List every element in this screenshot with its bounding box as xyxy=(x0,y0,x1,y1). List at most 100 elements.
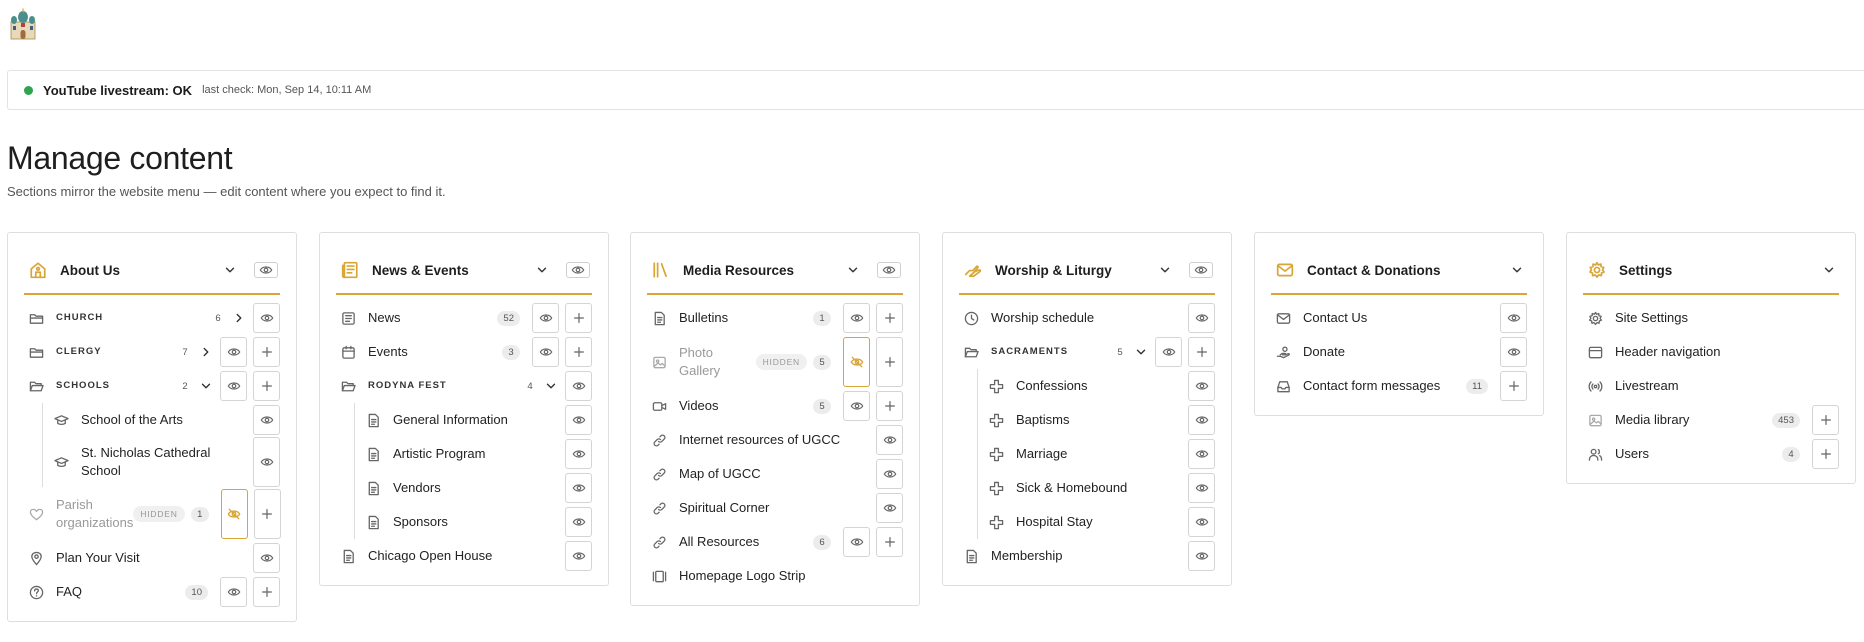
add-button[interactable] xyxy=(253,489,281,539)
show-hidden-button[interactable] xyxy=(843,337,870,387)
visibility-button[interactable] xyxy=(843,303,870,333)
list-item-media-library[interactable]: Media library 453 xyxy=(1583,403,1839,437)
list-item-spiritual-corner[interactable]: Spiritual Corner xyxy=(647,491,903,525)
list-item-chicago-open-house[interactable]: Chicago Open House xyxy=(336,539,592,573)
add-button[interactable] xyxy=(253,337,280,367)
chevron-down-icon[interactable] xyxy=(845,262,861,278)
list-item-all-resources[interactable]: All Resources 6 xyxy=(647,525,903,559)
visibility-toggle-button[interactable] xyxy=(1189,262,1213,278)
visibility-button[interactable] xyxy=(1188,405,1215,435)
list-item-hospital-stay[interactable]: Hospital Stay xyxy=(984,505,1215,539)
chevron-down-icon[interactable] xyxy=(1821,262,1837,278)
list-item-plan-visit[interactable]: Plan Your Visit xyxy=(24,541,280,575)
add-button[interactable] xyxy=(876,337,903,387)
group-sacraments[interactable]: SACRAMENTS 5 xyxy=(959,335,1215,369)
visibility-button[interactable] xyxy=(253,303,280,333)
list-item-membership[interactable]: Membership xyxy=(959,539,1215,573)
visibility-button[interactable] xyxy=(1500,337,1527,367)
visibility-button[interactable] xyxy=(220,577,247,607)
visibility-button[interactable] xyxy=(843,527,870,557)
list-item-faq[interactable]: FAQ 10 xyxy=(24,575,280,609)
add-button[interactable] xyxy=(253,371,280,401)
list-item-events[interactable]: Events 3 xyxy=(336,335,592,369)
add-button[interactable] xyxy=(565,303,592,333)
visibility-button[interactable] xyxy=(253,543,280,573)
list-item-news[interactable]: News 52 xyxy=(336,301,592,335)
visibility-toggle-button[interactable] xyxy=(877,262,901,278)
list-item-sponsors[interactable]: Sponsors xyxy=(361,505,592,539)
chevron-right-icon[interactable] xyxy=(198,344,214,360)
visibility-button[interactable] xyxy=(876,459,903,489)
list-item-donate[interactable]: Donate xyxy=(1271,335,1527,369)
visibility-button[interactable] xyxy=(1155,337,1182,367)
add-button[interactable] xyxy=(876,303,903,333)
visibility-button[interactable] xyxy=(532,303,559,333)
visibility-button[interactable] xyxy=(253,437,280,487)
visibility-button[interactable] xyxy=(876,425,903,455)
visibility-button[interactable] xyxy=(220,371,247,401)
list-item-livestream[interactable]: Livestream xyxy=(1583,369,1839,403)
visibility-button[interactable] xyxy=(1500,303,1527,333)
add-button[interactable] xyxy=(253,577,280,607)
visibility-button[interactable] xyxy=(1188,439,1215,469)
chevron-down-icon[interactable] xyxy=(534,262,550,278)
visibility-toggle-button[interactable] xyxy=(254,262,278,278)
list-item-photo-gallery[interactable]: Photo Gallery HIDDEN 5 xyxy=(647,335,903,389)
list-item-school-arts[interactable]: School of the Arts xyxy=(49,403,280,437)
add-button[interactable] xyxy=(876,527,903,557)
list-item-artistic-program[interactable]: Artistic Program xyxy=(361,437,592,471)
add-button[interactable] xyxy=(1812,439,1839,469)
list-item-homepage-logo-strip[interactable]: Homepage Logo Strip xyxy=(647,559,903,593)
visibility-button[interactable] xyxy=(565,473,592,503)
add-button[interactable] xyxy=(876,391,903,421)
list-item-site-settings[interactable]: Site Settings xyxy=(1583,301,1839,335)
list-item-header-navigation[interactable]: Header navigation xyxy=(1583,335,1839,369)
chevron-down-icon[interactable] xyxy=(543,378,559,394)
list-item-worship-schedule[interactable]: Worship schedule xyxy=(959,301,1215,335)
visibility-button[interactable] xyxy=(1188,507,1215,537)
visibility-button[interactable] xyxy=(565,439,592,469)
list-item-general-information[interactable]: General Information xyxy=(361,403,592,437)
chevron-down-icon[interactable] xyxy=(1509,262,1525,278)
add-button[interactable] xyxy=(1812,405,1839,435)
visibility-button[interactable] xyxy=(1188,303,1215,333)
visibility-button[interactable] xyxy=(565,405,592,435)
group-rodyna-fest[interactable]: RODYNA FEST 4 xyxy=(336,369,592,403)
list-item-cathedral-school[interactable]: St. Nicholas Cathedral School xyxy=(49,437,280,487)
list-item-map-ugcc[interactable]: Map of UGCC xyxy=(647,457,903,491)
chevron-down-icon[interactable] xyxy=(1157,262,1173,278)
chevron-down-icon[interactable] xyxy=(1133,344,1149,360)
visibility-button[interactable] xyxy=(876,493,903,523)
group-clergy[interactable]: CLERGY 7 xyxy=(24,335,280,369)
list-item-contact-us[interactable]: Contact Us xyxy=(1271,301,1527,335)
list-item-contact-form-messages[interactable]: Contact form messages 11 xyxy=(1271,369,1527,403)
list-item-bulletins[interactable]: Bulletins 1 xyxy=(647,301,903,335)
group-schools[interactable]: SCHOOLS 2 xyxy=(24,369,280,403)
group-church[interactable]: CHURCH 6 xyxy=(24,301,280,335)
visibility-toggle-button[interactable] xyxy=(566,262,590,278)
visibility-button[interactable] xyxy=(843,391,870,421)
show-hidden-button[interactable] xyxy=(220,489,248,539)
add-button[interactable] xyxy=(565,337,592,367)
chevron-down-icon[interactable] xyxy=(222,262,238,278)
list-item-baptisms[interactable]: Baptisms xyxy=(984,403,1215,437)
add-button[interactable] xyxy=(1188,337,1215,367)
visibility-button[interactable] xyxy=(565,507,592,537)
visibility-button[interactable] xyxy=(253,405,280,435)
chevron-right-icon[interactable] xyxy=(231,310,247,326)
list-item-sick-homebound[interactable]: Sick & Homebound xyxy=(984,471,1215,505)
chevron-down-icon[interactable] xyxy=(198,378,214,394)
list-item-internet-resources[interactable]: Internet resources of UGCC xyxy=(647,423,903,457)
visibility-button[interactable] xyxy=(220,337,247,367)
visibility-button[interactable] xyxy=(1188,371,1215,401)
list-item-users[interactable]: Users 4 xyxy=(1583,437,1839,471)
list-item-videos[interactable]: Videos 5 xyxy=(647,389,903,423)
visibility-button[interactable] xyxy=(532,337,559,367)
list-item-marriage[interactable]: Marriage xyxy=(984,437,1215,471)
list-item-parish-organizations[interactable]: Parish organizations HIDDEN 1 xyxy=(24,487,281,541)
visibility-button[interactable] xyxy=(565,371,592,401)
visibility-button[interactable] xyxy=(565,541,592,571)
add-button[interactable] xyxy=(1500,371,1527,401)
list-item-vendors[interactable]: Vendors xyxy=(361,471,592,505)
visibility-button[interactable] xyxy=(1188,473,1215,503)
